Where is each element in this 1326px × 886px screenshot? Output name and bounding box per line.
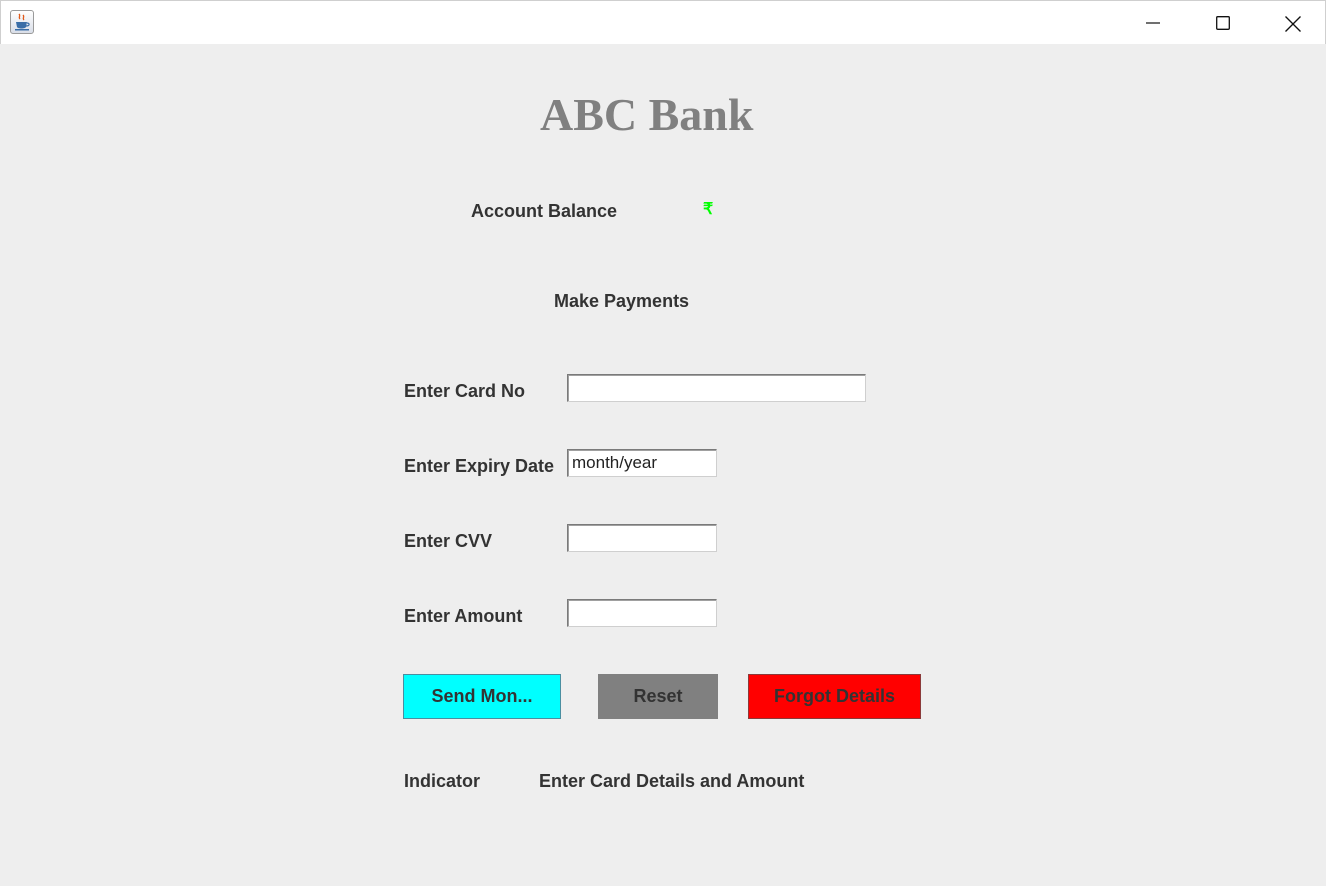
indicator-message: Enter Card Details and Amount <box>539 771 805 791</box>
make-payments-heading: Make Payments <box>554 291 690 311</box>
expiry-date-label: Enter Expiry Date <box>404 456 555 476</box>
minimize-button[interactable] <box>1118 1 1188 45</box>
card-no-label: Enter Card No <box>404 381 526 401</box>
account-balance-value: ₹ <box>703 201 714 218</box>
amount-label: Enter Amount <box>404 606 523 626</box>
amount-field[interactable] <box>567 599 717 627</box>
reset-button[interactable]: Reset <box>598 674 718 719</box>
java-cup-icon <box>10 10 34 34</box>
forgot-details-button[interactable]: Forgot Details <box>748 674 921 719</box>
close-button[interactable] <box>1257 1 1326 45</box>
close-icon <box>1285 16 1301 32</box>
cvv-label: Enter CVV <box>404 531 493 551</box>
cvv-field[interactable] <box>567 524 717 552</box>
card-no-field[interactable] <box>567 374 866 402</box>
account-balance-label: Account Balance <box>471 201 618 221</box>
maximize-icon <box>1216 16 1230 30</box>
send-money-button[interactable]: Send Mon... <box>403 674 561 719</box>
expiry-date-field[interactable] <box>567 449 717 477</box>
indicator-label: Indicator <box>404 771 481 791</box>
minimize-icon <box>1146 22 1160 24</box>
window-title-bar <box>0 0 1326 44</box>
maximize-button[interactable] <box>1188 1 1258 45</box>
bank-title: ABC Bank <box>540 89 754 140</box>
